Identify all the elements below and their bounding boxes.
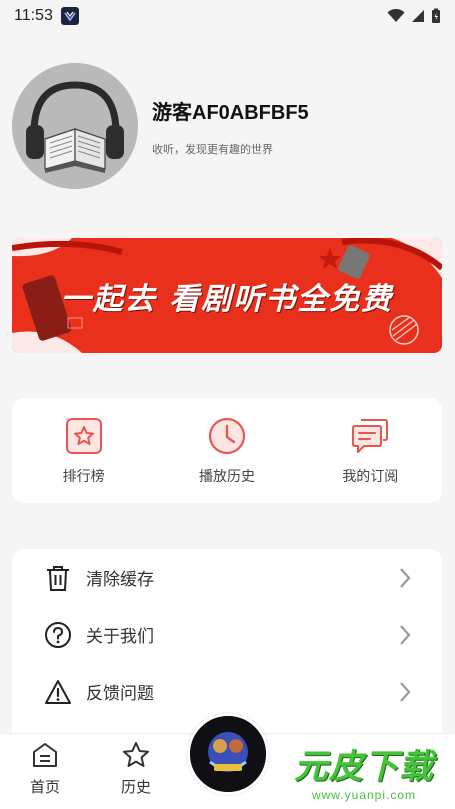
subscriptions-button[interactable]: 我的订阅 [310,416,430,486]
now-playing-button[interactable] [187,713,269,795]
battery-icon [432,8,440,23]
app-notification-icon [60,7,79,25]
watermark-url: www.yuanpi.com [311,787,417,802]
promo-banner[interactable]: 一起去 看剧听书全免费 [12,238,442,353]
wifi-icon [387,9,405,22]
clear-cache-label: 清除缓存 [86,570,154,590]
home-icon [33,743,57,767]
watermark-text: 元皮下载 [294,746,434,787]
feedback-label: 反馈问题 [86,684,154,704]
watermark: 元皮下载 www.yuanpi.com [278,735,450,805]
chat-bubbles-icon [352,418,389,453]
trash-icon [47,565,69,591]
profile-header[interactable]: 游客AF0ABFBF5 收听，发现更有趣的世界 [12,62,442,190]
album-cover-icon [190,716,266,792]
nav-home[interactable]: 首页 [15,740,75,797]
play-history-label: 播放历史 [198,468,255,485]
about-us-item[interactable]: 关于我们 [12,606,442,663]
status-bar: 11:53 [0,0,455,32]
headphones-book-icon [12,63,138,189]
ranking-label: 排行榜 [62,468,105,485]
chevron-right-icon [400,681,411,702]
signal-icon [412,10,424,22]
clear-cache-item[interactable]: 清除缓存 [12,549,442,606]
status-time: 11:53 [14,7,53,24]
play-history-button[interactable]: 播放历史 [167,416,287,486]
quick-actions-card: 排行榜 播放历史 我的订阅 [12,398,442,503]
banner-headline: 一起去 看剧听书全免费 [60,281,394,317]
ranking-button[interactable]: 排行榜 [24,416,144,486]
profile-text: 游客AF0ABFBF5 收听，发现更有趣的世界 [152,96,309,157]
feedback-item[interactable]: 反馈问题 [12,663,442,720]
nav-home-label: 首页 [29,778,60,796]
question-circle-icon [45,621,71,648]
chevron-right-icon [400,567,411,588]
user-tagline: 收听，发现更有趣的世界 [152,142,273,156]
avatar[interactable] [12,63,138,189]
chevron-right-icon [400,624,411,645]
clock-icon [208,417,246,454]
nav-history[interactable]: 历史 [106,740,166,797]
warning-triangle-icon [45,679,71,704]
status-indicators [387,8,441,24]
star-square-icon [65,417,102,454]
user-name: 游客AF0ABFBF5 [152,101,309,124]
about-us-label: 关于我们 [86,627,154,647]
star-icon [123,742,149,767]
nav-history-label: 历史 [120,778,151,796]
subscriptions-label: 我的订阅 [342,468,399,485]
